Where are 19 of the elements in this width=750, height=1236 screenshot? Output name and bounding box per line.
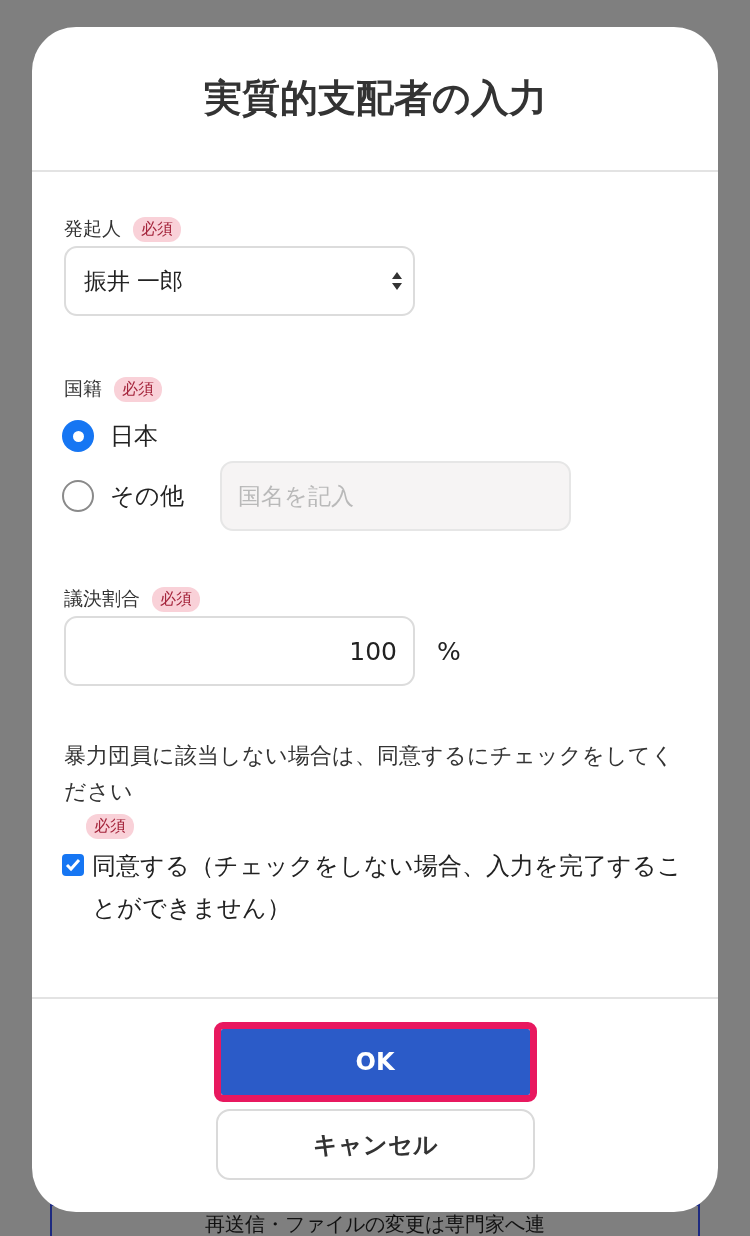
unit-label: % bbox=[437, 636, 461, 666]
updown-arrows-icon bbox=[391, 271, 403, 291]
checkbox-label: 同意する（チェックをしない場合、入力を完了することができません） bbox=[92, 851, 683, 924]
radio-option[interactable]: 日本 bbox=[62, 420, 220, 452]
field-label: 議決割合 bbox=[64, 586, 140, 611]
field-label: 発起人 bbox=[64, 216, 121, 241]
ratio-field[interactable]: 100 bbox=[64, 616, 415, 686]
required-badge: 必須 bbox=[152, 586, 200, 612]
radio-option[interactable]: その他 bbox=[62, 480, 220, 512]
consent-text: 暴力団員に該当しない場合は、同意するにチェックをしてください bbox=[64, 742, 675, 806]
required-badge: 必須 bbox=[86, 814, 134, 839]
person-select[interactable]: 振井 一郎 bbox=[64, 246, 415, 316]
cancel-button[interactable]: キャンセル bbox=[215, 1109, 535, 1180]
field-label: 国籍 bbox=[64, 376, 102, 401]
background-text: 再送信・ファイルの変更は専門家へ連 bbox=[205, 1212, 545, 1236]
required-badge: 必須 bbox=[114, 376, 162, 402]
dialog-title: 実質的支配者の入力 bbox=[203, 75, 547, 122]
required-badge: 必須 bbox=[133, 216, 181, 242]
checkbox[interactable] bbox=[62, 854, 84, 876]
